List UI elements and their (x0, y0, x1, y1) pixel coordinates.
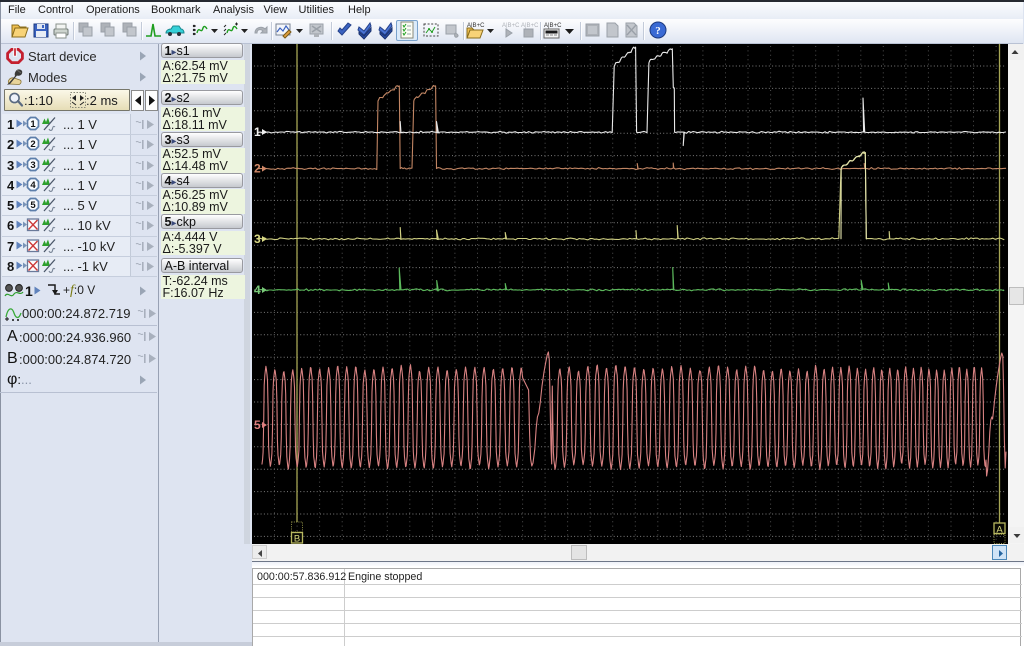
svg-text:3: 3 (254, 232, 261, 246)
svg-text:3: 3 (30, 160, 35, 171)
svg-text:4: 4 (30, 180, 36, 191)
svg-text:5: 5 (30, 200, 36, 211)
svg-text:A|B+C: A|B+C (544, 23, 562, 29)
svg-text:1: 1 (254, 125, 261, 139)
svg-text:4: 4 (254, 283, 261, 297)
svg-text:2: 2 (30, 139, 35, 150)
svg-text:1: 1 (30, 119, 36, 130)
svg-text:2: 2 (254, 162, 261, 176)
svg-text:5: 5 (254, 418, 261, 432)
svg-text:?: ? (655, 25, 661, 37)
svg-text:A|B+C: A|B+C (521, 23, 538, 29)
svg-text:B: B (294, 534, 300, 545)
svg-text:A|B+C: A|B+C (502, 23, 519, 29)
svg-text:A: A (996, 525, 1003, 536)
